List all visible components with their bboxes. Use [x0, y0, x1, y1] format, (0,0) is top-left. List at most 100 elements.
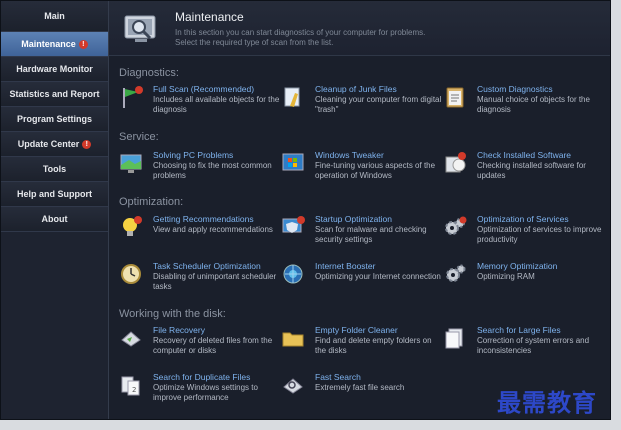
- nav-maintenance[interactable]: Maintenance!: [1, 32, 108, 57]
- item-title[interactable]: Solving PC Problems: [153, 150, 233, 160]
- shield-monitor-icon: [282, 216, 305, 233]
- item-title[interactable]: Full Scan (Recommended): [153, 84, 254, 94]
- junk-cleanup-item[interactable]: Cleanup of Junk Files Cleaning your comp…: [281, 84, 441, 124]
- search-disk-icon: [283, 378, 303, 394]
- item-desc: Cleaning your computer from digital "tra…: [315, 95, 442, 114]
- nav-about[interactable]: About: [1, 207, 108, 232]
- alert-badge-icon: !: [78, 39, 88, 49]
- duplicate-files-icon: 2: [121, 376, 140, 396]
- memory-optimization-item[interactable]: Memory Optimization Optimizing RAM: [443, 261, 603, 301]
- nav-tools[interactable]: Tools: [1, 157, 108, 182]
- nav-update-center[interactable]: Update Center!: [1, 132, 108, 157]
- empty-folder-item[interactable]: Empty Folder Cleaner Find and delete emp…: [281, 325, 441, 365]
- broom-icon: [284, 87, 300, 107]
- nav-program-settings[interactable]: Program Settings: [1, 107, 108, 132]
- clipboard-icon: [446, 87, 464, 108]
- item-desc: View and apply recommendations: [153, 225, 273, 234]
- item-title[interactable]: File Recovery: [153, 325, 205, 335]
- page-description: In this section you can start diagnostic…: [175, 28, 475, 48]
- nav-main[interactable]: Main: [1, 1, 108, 32]
- item-title[interactable]: Windows Tweaker: [315, 150, 384, 160]
- task-scheduler-item[interactable]: Task Scheduler Optimization Disabling of…: [119, 261, 279, 301]
- services-optimization-item[interactable]: Optimization of Services Optimization of…: [443, 214, 603, 254]
- startup-optimization-item[interactable]: Startup Optimization Scan for malware an…: [281, 214, 441, 254]
- alert-badge-icon: !: [82, 139, 92, 149]
- software-box-icon: [445, 152, 466, 173]
- item-title[interactable]: Getting Recommendations: [153, 214, 254, 224]
- item-desc: Optimizing your Internet connection: [315, 272, 441, 281]
- files-icon: [445, 328, 463, 349]
- large-files-item[interactable]: Search for Large Files Correction of sys…: [443, 325, 603, 365]
- page-description-line: In this section you can start diagnostic…: [175, 28, 426, 37]
- file-recovery-item[interactable]: File Recovery Recovery of deleted files …: [119, 325, 279, 365]
- item-title[interactable]: Startup Optimization: [315, 214, 392, 224]
- nav-hardware-monitor[interactable]: Hardware Monitor: [1, 57, 108, 82]
- nav-label: Main: [44, 11, 65, 21]
- item-desc: Find and delete empty folders on the dis…: [315, 336, 432, 355]
- globe-icon: [283, 264, 303, 284]
- folder-icon: [282, 332, 304, 347]
- lightbulb-icon: [123, 216, 142, 236]
- item-title[interactable]: Task Scheduler Optimization: [153, 261, 261, 271]
- windows-tweaker-item[interactable]: Windows Tweaker Fine-tuning various aspe…: [281, 150, 441, 190]
- fast-search-item[interactable]: Fast Search Extremely fast file search: [281, 372, 441, 412]
- solving-problems-item[interactable]: Solving PC Problems Choosing to fix the …: [119, 150, 279, 190]
- item-title[interactable]: Empty Folder Cleaner: [315, 325, 398, 335]
- page-title: Maintenance: [175, 10, 244, 24]
- nav-label: Help and Support: [17, 189, 92, 199]
- nav-help-support[interactable]: Help and Support: [1, 182, 108, 207]
- item-title[interactable]: Search for Large Files: [477, 325, 561, 335]
- item-title[interactable]: Memory Optimization: [477, 261, 557, 271]
- monitor-icon: [120, 154, 142, 173]
- magnifier-monitor-icon: [124, 15, 156, 42]
- item-desc: Optimizing RAM: [477, 272, 535, 281]
- section-service: Service:: [119, 131, 159, 143]
- item-desc: Disabling of unimportant scheduler tasks: [153, 272, 277, 291]
- nav-label: Update Center: [17, 139, 80, 149]
- custom-diagnostics-item[interactable]: Custom Diagnostics Manual choice of obje…: [443, 84, 603, 124]
- item-desc: Manual choice of objects for the diagnos…: [477, 95, 590, 114]
- sidebar-nav: Main Maintenance! Hardware Monitor Stati…: [1, 1, 109, 419]
- item-desc: Correction of system errors and inconsis…: [477, 336, 590, 355]
- check-software-item[interactable]: Check Installed Software Checking instal…: [443, 150, 603, 190]
- item-desc: Choosing to fix the most common problems: [153, 161, 272, 180]
- memory-icon: [446, 264, 466, 282]
- section-disk: Working with the disk:: [119, 308, 226, 320]
- svg-text:2: 2: [132, 386, 136, 394]
- section-diagnostics: Diagnostics:: [119, 67, 179, 79]
- item-title[interactable]: Check Installed Software: [477, 150, 571, 160]
- nav-statistics-report[interactable]: Statistics and Report: [1, 82, 108, 107]
- item-desc: Checking installed software for updates: [477, 161, 586, 180]
- internet-booster-item[interactable]: Internet Booster Optimizing your Interne…: [281, 261, 441, 301]
- nav-label: Maintenance: [21, 39, 76, 49]
- item-desc: Includes all available objects for the d…: [153, 95, 280, 114]
- recovery-disk-icon: [121, 331, 141, 347]
- item-title[interactable]: Fast Search: [315, 372, 361, 382]
- main-panel: Maintenance In this section you can star…: [109, 1, 610, 419]
- item-desc: Optimize Windows settings to improve per…: [153, 383, 258, 402]
- item-title[interactable]: Internet Booster: [315, 261, 375, 271]
- app-window: Main Maintenance! Hardware Monitor Stati…: [0, 0, 611, 420]
- page-header: Maintenance In this section you can star…: [109, 1, 610, 56]
- windows-icon: [282, 153, 304, 171]
- item-title[interactable]: Cleanup of Junk Files: [315, 84, 397, 94]
- page-description-line: Select the required type of scan from th…: [175, 38, 334, 47]
- watermark: 最需教育: [497, 389, 597, 417]
- item-title[interactable]: Optimization of Services: [477, 214, 569, 224]
- section-optimization: Optimization:: [119, 196, 184, 208]
- duplicate-files-item[interactable]: 2 Search for Duplicate Files Optimize Wi…: [119, 372, 279, 412]
- item-desc: Scan for malware and checking security s…: [315, 225, 427, 244]
- item-title[interactable]: Custom Diagnostics: [477, 84, 553, 94]
- item-desc: Extremely fast file search: [315, 383, 405, 392]
- nav-label: About: [41, 214, 68, 224]
- full-scan-item[interactable]: Full Scan (Recommended) Includes all ava…: [119, 84, 279, 124]
- flag-icon: [123, 86, 143, 108]
- nav-label: Program Settings: [16, 114, 92, 124]
- item-desc: Optimization of services to improve prod…: [477, 225, 602, 244]
- item-title[interactable]: Search for Duplicate Files: [153, 372, 250, 382]
- nav-label: Statistics and Report: [9, 89, 100, 99]
- item-desc: Fine-tuning various aspects of the opera…: [315, 161, 436, 180]
- recommendations-item[interactable]: Getting Recommendations View and apply r…: [119, 214, 279, 254]
- clock-icon: [121, 264, 141, 284]
- gears-icon: [445, 216, 467, 235]
